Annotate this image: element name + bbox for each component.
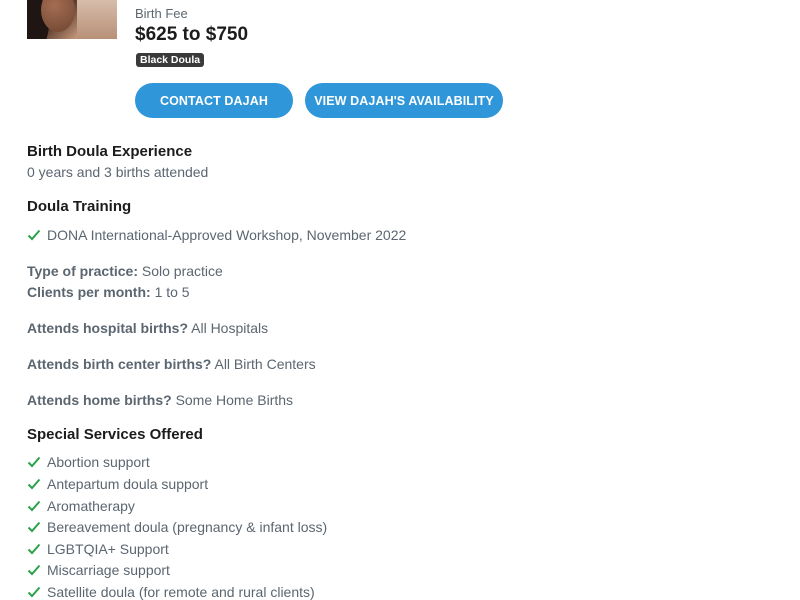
service-item-label: Bereavement doula (pregnancy & infant lo… <box>47 519 328 535</box>
home-births: Attends home births? Some Home Births <box>27 392 293 408</box>
service-item-label: Aromatherapy <box>47 498 135 514</box>
practice-type: Type of practice: Solo practice <box>27 263 223 279</box>
clients-value: 1 to 5 <box>154 284 190 300</box>
training-heading: Doula Training <box>27 198 132 215</box>
check-icon <box>27 229 41 241</box>
services-heading: Special Services Offered <box>27 426 203 443</box>
hospital-value: All Hospitals <box>191 320 269 336</box>
center-value: All Birth Centers <box>214 356 316 372</box>
service-item: Bereavement doula (pregnancy & infant lo… <box>27 519 327 535</box>
clients-label: Clients per month: <box>27 284 151 300</box>
experience-value: 0 years and 3 births attended <box>27 164 209 180</box>
center-label: Attends birth center births? <box>27 356 212 372</box>
training-item-label: DONA International-Approved Workshop, No… <box>47 227 407 243</box>
training-item: DONA International-Approved Workshop, No… <box>27 227 406 243</box>
service-item-label: Miscarriage support <box>47 562 170 578</box>
check-icon <box>27 564 41 576</box>
contact-button[interactable]: CONTACT DAJAH <box>135 83 293 118</box>
birth-fee-value: $625 to $750 <box>135 24 249 45</box>
service-item: Antepartum doula support <box>27 476 208 492</box>
clients-per-month: Clients per month: 1 to 5 <box>27 284 190 300</box>
check-icon <box>27 521 41 533</box>
service-item-label: Satellite doula (for remote and rural cl… <box>47 584 315 600</box>
check-icon <box>27 478 41 490</box>
service-item-label: Antepartum doula support <box>47 476 209 492</box>
hospital-births: Attends hospital births? All Hospitals <box>27 320 268 336</box>
service-item-label: LGBTQIA+ Support <box>47 541 169 557</box>
birth-fee-label: Birth Fee <box>135 6 188 21</box>
practice-type-label: Type of practice: <box>27 263 138 279</box>
check-icon <box>27 456 41 468</box>
service-item: Miscarriage support <box>27 562 170 578</box>
profile-photo <box>27 0 117 39</box>
home-value: Some Home Births <box>175 392 294 408</box>
birth-center-births: Attends birth center births? All Birth C… <box>27 356 316 372</box>
black-doula-badge: Black Doula <box>136 53 205 67</box>
check-icon <box>27 543 41 555</box>
practice-type-value: Solo practice <box>141 263 223 279</box>
service-item-label: Abortion support <box>47 454 150 470</box>
service-item: Aromatherapy <box>27 498 135 514</box>
hospital-label: Attends hospital births? <box>27 320 188 336</box>
doula-profile-page: Birth Fee $625 to $750 Black Doula CONTA… <box>0 0 800 600</box>
check-icon <box>27 586 41 598</box>
service-item: LGBTQIA+ Support <box>27 541 169 557</box>
experience-heading: Birth Doula Experience <box>27 143 193 160</box>
service-item: Satellite doula (for remote and rural cl… <box>27 584 315 600</box>
home-label: Attends home births? <box>27 392 172 408</box>
check-icon <box>27 500 41 512</box>
view-availability-button[interactable]: VIEW DAJAH'S AVAILABILITY <box>305 83 503 118</box>
service-item: Abortion support <box>27 454 150 470</box>
